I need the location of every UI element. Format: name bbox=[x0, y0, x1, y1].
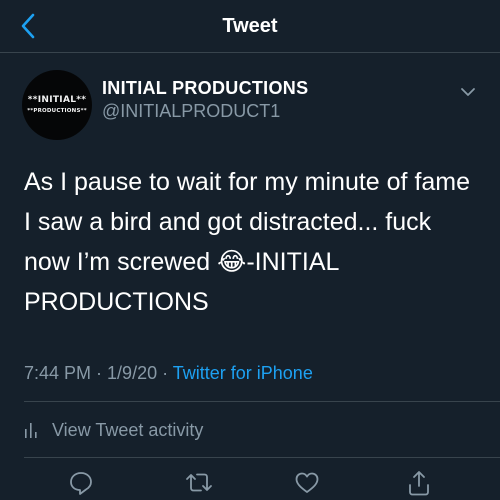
retweet-button[interactable] bbox=[184, 468, 214, 498]
tweet-metadata: 7:44 PM · 1/9/20 · Twitter for iPhone bbox=[24, 361, 313, 385]
author-name[interactable]: INITIAL PRODUCTIONS bbox=[102, 77, 308, 99]
divider bbox=[24, 401, 500, 402]
share-icon bbox=[409, 471, 429, 496]
like-icon bbox=[295, 472, 319, 493]
bar-chart-icon bbox=[25, 423, 37, 438]
avatar-text-line1: **INITIAL** bbox=[27, 94, 87, 105]
meta-separator: · bbox=[157, 363, 173, 383]
chevron-down-icon bbox=[461, 88, 475, 96]
author-handle[interactable]: @INITIALPRODUCT1 bbox=[102, 100, 280, 122]
tweet-date: 1/9/20 bbox=[107, 363, 158, 383]
avatar[interactable]: **INITIAL** **PRODUCTIONS** bbox=[22, 70, 92, 140]
tweet-text: As I pause to wait for my minute of fame… bbox=[24, 162, 479, 322]
reply-button[interactable] bbox=[66, 468, 96, 498]
share-button[interactable] bbox=[404, 468, 434, 498]
tweet-emoji: 😂 bbox=[217, 247, 247, 276]
tweet-source-link[interactable]: Twitter for iPhone bbox=[173, 363, 313, 383]
meta-separator: · bbox=[91, 363, 108, 383]
tweet-time: 7:44 PM bbox=[24, 363, 92, 383]
divider bbox=[24, 457, 500, 458]
view-tweet-activity-label: View Tweet activity bbox=[52, 419, 204, 440]
page-title: Tweet bbox=[222, 15, 278, 37]
like-button[interactable] bbox=[292, 468, 322, 498]
retweet-icon bbox=[186, 473, 212, 492]
avatar-text-line2: **PRODUCTIONS** bbox=[27, 107, 87, 114]
tweet-actions-bar bbox=[0, 468, 500, 500]
tweet-options-button[interactable] bbox=[458, 82, 478, 102]
reply-icon bbox=[70, 472, 92, 495]
top-navigation-bar: Tweet bbox=[0, 0, 500, 53]
view-tweet-activity-button[interactable]: View Tweet activity bbox=[24, 418, 203, 442]
